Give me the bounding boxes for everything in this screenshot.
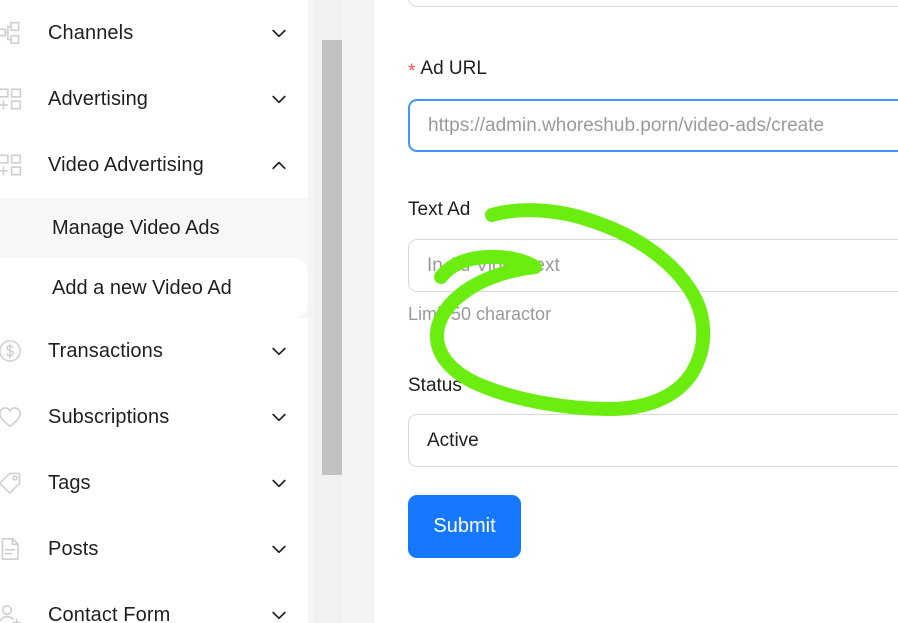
ad-url-placeholder: https://admin.whoreshub.porn/video-ads/c… [428, 114, 825, 136]
chevron-down-icon[interactable] [268, 538, 290, 560]
ad-url-label: * Ad URL [408, 58, 487, 82]
status-select[interactable]: Active [408, 414, 898, 467]
file-text-icon [0, 536, 23, 562]
sidebar-subitem-manage-video-ads[interactable]: Manage Video Ads [0, 198, 308, 258]
sidebar-item-posts[interactable]: Posts [0, 516, 308, 582]
sidebar-item-video-advertising[interactable]: Video Advertising [0, 132, 308, 198]
ad-blocks-icon [0, 152, 23, 178]
text-ad-hint: Limit 50 charactor [408, 304, 552, 324]
vertical-scrollbar-thumb[interactable] [322, 40, 342, 475]
heart-icon [0, 404, 23, 430]
sidebar-item-tags[interactable]: Tags [0, 450, 308, 516]
sidebar-item-subscriptions[interactable]: Subscriptions [0, 384, 308, 450]
sidebar-item-label: Subscriptions [48, 405, 170, 428]
sidebar-item-transactions[interactable]: Transactions [0, 318, 308, 384]
chevron-down-icon[interactable] [268, 22, 290, 44]
text-ad-placeholder: In Ad Video text [427, 254, 560, 276]
sidebar-navigation: Channels Advertising Video Advertising M… [0, 0, 308, 623]
dollar-circle-icon [0, 338, 23, 364]
sidebar-subitem-add-a-new-video-ad[interactable]: Add a new Video Ad [0, 258, 308, 318]
previous-field-input-partial[interactable] [408, 0, 898, 7]
sidebar-item-channels[interactable]: Channels [0, 0, 308, 66]
sidebar-item-label: Channels [48, 21, 134, 44]
required-asterisk-icon: * [408, 61, 416, 82]
video-advertising-submenu: Manage Video Ads Add a new Video Ad [0, 198, 308, 318]
app-window: Channels Advertising Video Advertising M… [0, 0, 898, 623]
sidebar-item-label: Tags [48, 471, 91, 494]
status-label: Status [408, 376, 462, 396]
submit-button[interactable]: Submit [408, 495, 521, 558]
video-ad-form: * Ad URL https://admin.whoreshub.porn/vid… [374, 0, 898, 623]
sidebar-item-contact-form[interactable]: Contact Form [0, 582, 308, 623]
chevron-up-icon[interactable] [268, 154, 290, 176]
sidebar-subitem-label: Manage Video Ads [52, 216, 220, 239]
tag-icon [0, 470, 23, 496]
status-label-text: Status [408, 375, 462, 396]
user-plus-icon [0, 602, 23, 623]
text-ad-input[interactable]: In Ad Video text [408, 239, 898, 292]
ad-blocks-icon [0, 86, 23, 112]
sidebar-item-label: Posts [48, 537, 99, 560]
sidebar-item-label: Video Advertising [48, 153, 204, 176]
sidebar-subitem-label: Add a new Video Ad [52, 276, 232, 299]
text-ad-label: Text Ad [408, 200, 470, 220]
chevron-down-icon[interactable] [268, 472, 290, 494]
sidebar-item-label: Contact Form [48, 603, 171, 623]
chevron-down-icon[interactable] [268, 406, 290, 428]
status-selected-value: Active [427, 429, 479, 451]
sidebar-item-advertising[interactable]: Advertising [0, 66, 308, 132]
ad-url-label-text: Ad URL [420, 58, 487, 79]
chevron-down-icon[interactable] [268, 88, 290, 110]
ad-url-input[interactable]: https://admin.whoreshub.porn/video-ads/c… [408, 99, 898, 152]
sidebar-item-label: Transactions [48, 339, 163, 362]
chevron-down-icon[interactable] [268, 340, 290, 362]
chevron-down-icon[interactable] [268, 604, 290, 623]
sidebar-item-label: Advertising [48, 87, 149, 110]
text-ad-label-text: Text Ad [408, 199, 471, 220]
sitemap-icon [0, 20, 23, 46]
